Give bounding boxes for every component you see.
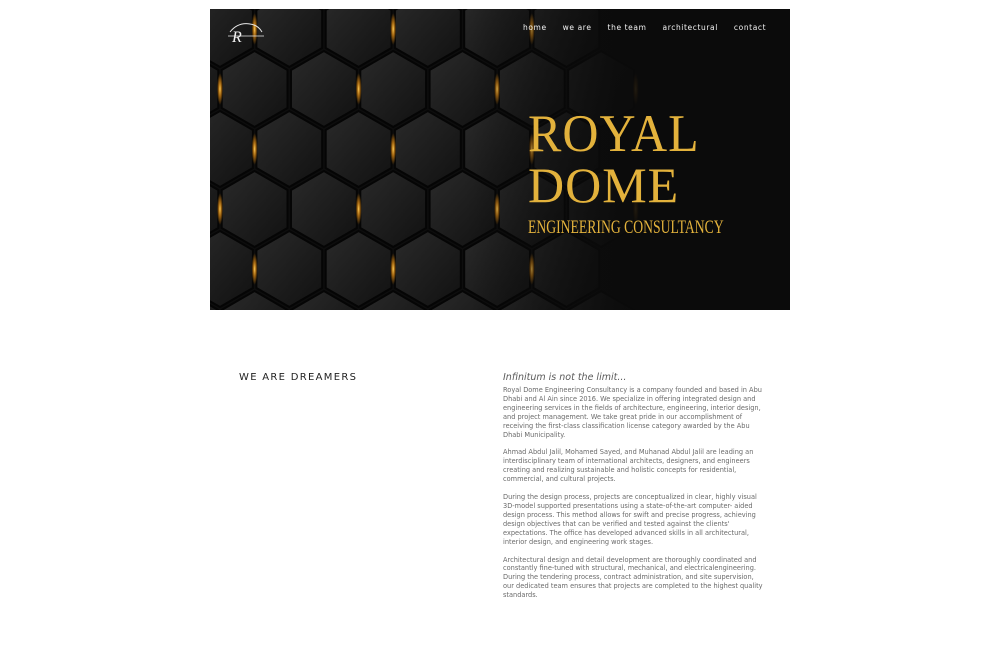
about-paragraph: Architectural design and detail developm… bbox=[503, 555, 763, 600]
about-tagline: Infinitum is not the limit... bbox=[503, 372, 627, 383]
about-paragraph: Ahmad Abdul Jalil, Mohamed Sayed, and Mu… bbox=[503, 448, 754, 484]
brand-line-dome: DOME bbox=[528, 157, 680, 213]
nav-home[interactable]: home bbox=[523, 23, 547, 33]
about-paragraph: During the design process, projects are … bbox=[503, 493, 757, 546]
nav-contact[interactable]: contact bbox=[734, 23, 766, 33]
brand-wordmark: ROYAL DOME ENGINEERING CONSULTANCY bbox=[528, 103, 728, 239]
about-paragraph: Royal Dome Engineering Consultancy is a … bbox=[503, 386, 762, 439]
nav-the-team[interactable]: the team bbox=[608, 23, 647, 33]
hero-banner: R home we are the team architectural con… bbox=[210, 9, 790, 310]
brand-line-subtitle: ENGINEERING CONSULTANCY bbox=[528, 217, 724, 238]
brand-line-royal: ROYAL bbox=[528, 103, 700, 163]
nav-we-are[interactable]: we are bbox=[563, 23, 592, 33]
about-text-block: Infinitum is not the limit... Royal Dome… bbox=[503, 372, 765, 609]
main-navigation: home we are the team architectural conta… bbox=[523, 23, 782, 33]
about-heading: WE ARE DREAMERS bbox=[239, 372, 358, 383]
rd-logo-icon[interactable]: R bbox=[226, 18, 266, 46]
svg-text:R: R bbox=[231, 29, 242, 46]
nav-architectural[interactable]: architectural bbox=[663, 23, 718, 33]
